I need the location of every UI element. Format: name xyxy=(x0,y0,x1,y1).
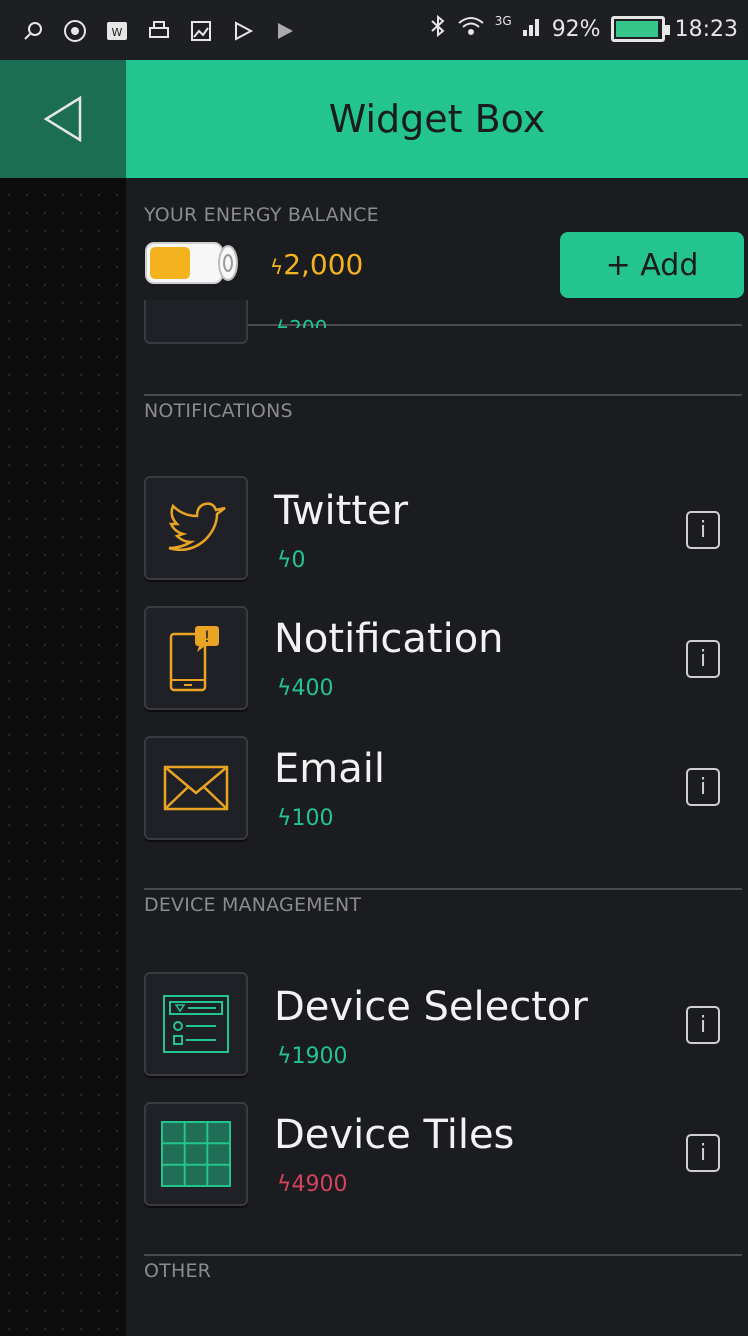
widget-tile-email[interactable] xyxy=(144,736,248,840)
svg-text:!: ! xyxy=(204,627,210,646)
bolt-icon: ϟ xyxy=(270,255,284,279)
play-store-icon xyxy=(272,18,298,44)
widget-cost-email: ϟ100 xyxy=(277,806,334,831)
signal-icon xyxy=(522,15,542,43)
energy-balance-label: YOUR ENERGY BALANCE xyxy=(144,204,379,226)
partial-widget-cost: ϟ200 xyxy=(276,316,328,328)
section-divider xyxy=(144,1254,742,1256)
twitter-bird-icon xyxy=(168,502,226,551)
drawer-header: Widget Box xyxy=(126,60,748,178)
widget-name-device-tiles: Device Tiles xyxy=(274,1112,515,1158)
widget-name-notification: Notification xyxy=(274,616,504,662)
status-bar: W 3G 92% 18:23 xyxy=(0,0,748,60)
battery-percent: 92% xyxy=(551,16,601,42)
widget-tile-notification[interactable]: ! xyxy=(144,606,248,710)
viber-icon xyxy=(62,18,88,44)
energy-balance-value: ϟ2,000 xyxy=(270,248,364,281)
print-icon xyxy=(146,18,172,44)
back-button[interactable] xyxy=(0,60,126,178)
section-label-device-management: DEVICE MANAGEMENT xyxy=(144,894,362,916)
widget-tile-twitter[interactable] xyxy=(144,476,248,580)
envelope-icon xyxy=(163,765,229,811)
section-label-other: OTHER xyxy=(144,1260,212,1282)
wifi-icon xyxy=(457,15,485,43)
section-label-notifications: NOTIFICATIONS xyxy=(144,400,293,422)
canvas-background xyxy=(0,60,126,1336)
device-tiles-icon xyxy=(161,1121,231,1187)
gallery-icon xyxy=(188,18,214,44)
widget-name-device-selector: Device Selector xyxy=(274,984,588,1030)
info-button-email[interactable]: i xyxy=(686,768,720,806)
partial-widget-tile[interactable] xyxy=(144,300,248,344)
page-title: Widget Box xyxy=(328,97,546,141)
widget-name-email: Email xyxy=(274,746,385,792)
widget-cost-notification: ϟ400 xyxy=(277,676,334,701)
widget-tile-device-tiles[interactable] xyxy=(144,1102,248,1206)
play-icon xyxy=(230,18,256,44)
info-button-device-selector[interactable]: i xyxy=(686,1006,720,1044)
phone-notification-icon: ! xyxy=(169,626,219,692)
clock: 18:23 xyxy=(674,16,738,42)
battery-icon xyxy=(610,16,670,42)
info-button-device-tiles[interactable]: i xyxy=(686,1134,720,1172)
network-type: 3G xyxy=(494,14,512,28)
svg-text:W: W xyxy=(112,26,123,39)
widget-name-twitter: Twitter xyxy=(274,488,409,534)
back-arrow-icon xyxy=(43,95,82,143)
section-divider xyxy=(144,394,742,396)
widget-cost-device-selector: ϟ1900 xyxy=(277,1044,348,1069)
section-divider xyxy=(144,888,742,890)
bluetooth-icon xyxy=(429,14,447,44)
widget-tile-device-selector[interactable] xyxy=(144,972,248,1076)
widget-cost-device-tiles: ϟ4900 xyxy=(277,1172,348,1197)
device-selector-icon xyxy=(163,995,229,1053)
widget-cost-twitter: ϟ0 xyxy=(277,548,306,573)
search-icon xyxy=(20,18,46,44)
word-icon: W xyxy=(104,18,130,44)
info-button-notification[interactable]: i xyxy=(686,640,720,678)
info-button-twitter[interactable]: i xyxy=(686,511,720,549)
energy-battery-icon xyxy=(145,242,238,284)
add-energy-button[interactable]: + Add xyxy=(560,232,744,298)
